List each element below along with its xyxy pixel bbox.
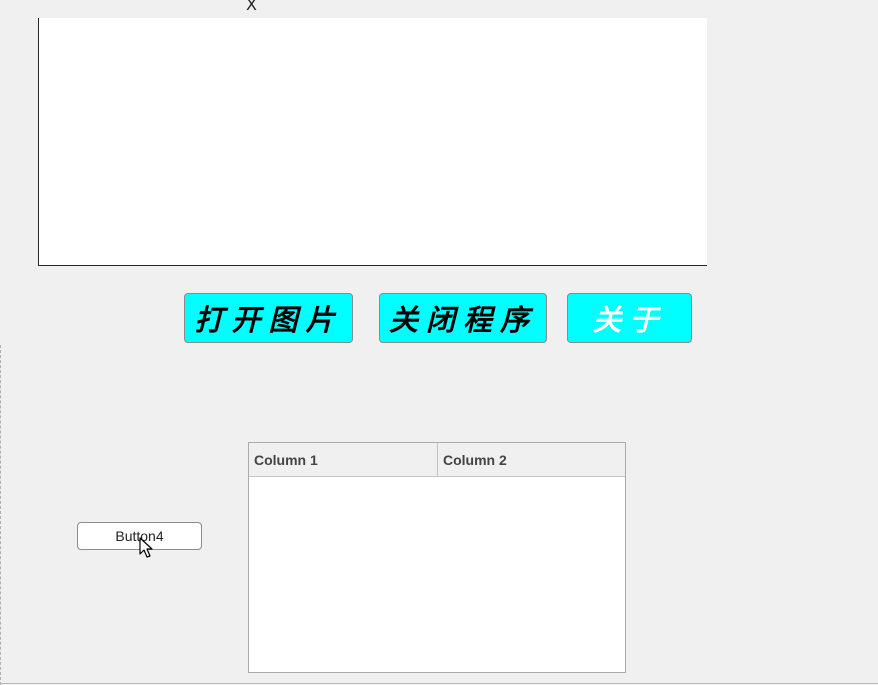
- window-left-edge: [0, 345, 3, 685]
- open-image-button[interactable]: 打开图片: [184, 293, 353, 343]
- window-bottom-edge: [0, 683, 878, 684]
- column-header-1[interactable]: Column 1: [249, 443, 437, 476]
- column-header-2[interactable]: Column 2: [437, 443, 625, 476]
- axes-x-label: X: [246, 0, 257, 14]
- data-table[interactable]: Column 1 Column 2: [248, 442, 626, 673]
- about-button[interactable]: 关于: [567, 293, 692, 343]
- mouse-cursor-icon: [139, 537, 153, 558]
- image-axes: [38, 18, 707, 266]
- close-program-button[interactable]: 关闭程序: [379, 293, 547, 343]
- table-header: Column 1 Column 2: [249, 443, 625, 477]
